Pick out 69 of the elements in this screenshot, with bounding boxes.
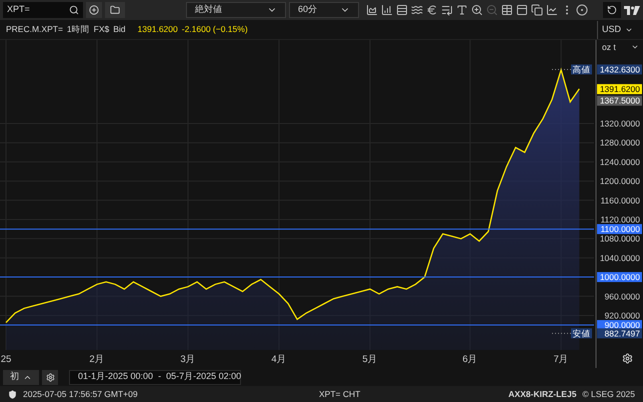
axis-tick-label: 1120.0000 — [600, 214, 640, 224]
symbol-label: PREC.M.XPT= — [6, 23, 63, 36]
status-code: AXX8-KIRZ-LEJ5 — [508, 388, 576, 400]
settings-icon — [46, 372, 54, 382]
axis-tick-label: 25 — [0, 354, 12, 365]
waves-icon[interactable] — [411, 4, 423, 16]
axis-tick-label: 5月 — [362, 354, 378, 365]
axis-tick-label: 1320.0000 — [600, 118, 640, 128]
search-field[interactable]: XPT= — [3, 2, 83, 18]
list-icon[interactable] — [441, 4, 453, 16]
undo-button[interactable] — [603, 2, 621, 18]
folder-button[interactable] — [105, 2, 125, 18]
extreme-tag: 高値 — [571, 64, 592, 74]
search-icon[interactable] — [69, 5, 79, 15]
logo-icon[interactable] — [624, 6, 640, 14]
axis-tick-label: 1040.0000 — [600, 252, 640, 263]
folder-icon — [110, 5, 120, 15]
table-icon[interactable] — [501, 4, 513, 16]
currency-dropdown[interactable]: USD — [597, 20, 637, 38]
axis-tick-label: 960.0000 — [604, 291, 640, 302]
zoom-in-icon[interactable] — [471, 4, 483, 16]
axis-tick-label: 2月 — [89, 354, 105, 365]
settings-icon[interactable] — [622, 353, 633, 364]
add-button[interactable] — [86, 2, 102, 18]
axis-tick-label: 1240.0000 — [600, 156, 640, 167]
price-tag: 1100.0000 — [597, 224, 642, 234]
price-tag: 1367.5000 — [597, 96, 642, 106]
copy-icon[interactable] — [531, 4, 543, 16]
date-range-field[interactable]: 01-1月-2025 00:00 - 05-7月-2025 02:00 — [69, 370, 241, 384]
axis-tick-label: 7月 — [553, 354, 569, 365]
side-label: Bid — [113, 23, 126, 36]
axis-tick-label: 1200.0000 — [600, 176, 640, 186]
rows-icon[interactable] — [396, 4, 408, 16]
change-value: -2.1600 (−0.15%) — [182, 23, 248, 36]
extreme-tag: 安値 — [571, 328, 592, 338]
copyright: © LSEG 2025 — [582, 388, 635, 400]
euro-icon[interactable] — [426, 4, 438, 16]
axis-tick-label: 4月 — [271, 354, 287, 365]
axis-tick-label: 1280.0000 — [600, 138, 640, 148]
plus-icon — [89, 5, 99, 15]
text-icon[interactable] — [456, 4, 468, 16]
price-tag: 1000.0000 — [597, 272, 642, 282]
interval-label: 1時間 — [66, 23, 90, 36]
panel-icon[interactable] — [516, 4, 528, 16]
axis-tick-label: 1160.0000 — [600, 195, 640, 206]
dropdown[interactable]: 絶対値 — [186, 2, 286, 18]
bar-chart-icon[interactable] — [381, 4, 393, 16]
price-tag: 900.0000 — [597, 320, 642, 330]
status-time: 2025-07-05 17:56:57 GMT+09 — [23, 388, 139, 400]
shield-icon — [8, 390, 17, 398]
price-value: 1391.6200 — [138, 23, 178, 36]
target-icon[interactable] — [576, 4, 588, 16]
status-ric: XPT= CHT — [319, 388, 360, 400]
axis-tick-label: 920.0000 — [604, 310, 640, 320]
axis-tick-label: 6月 — [462, 354, 478, 365]
price-tag: 1432.6300 — [597, 64, 642, 74]
axis-tick-label: 1080.0000 — [600, 234, 640, 244]
price-tag: 882.7497 — [597, 328, 642, 338]
currency-label: FX$ — [94, 23, 110, 36]
settings-button[interactable] — [42, 370, 58, 384]
ref-line-label: 900.0000 — [604, 320, 640, 330]
undo-icon — [607, 5, 617, 15]
axis-tick-label: 3月 — [180, 354, 196, 365]
dropdown[interactable]: 60分 — [289, 2, 359, 18]
price-tag: 1391.6200 — [597, 84, 642, 94]
line-chart-icon[interactable] — [546, 4, 558, 16]
area-chart-icon[interactable] — [366, 4, 378, 16]
chevron-icon — [631, 43, 639, 51]
range-button[interactable]: 初 — [3, 370, 39, 384]
